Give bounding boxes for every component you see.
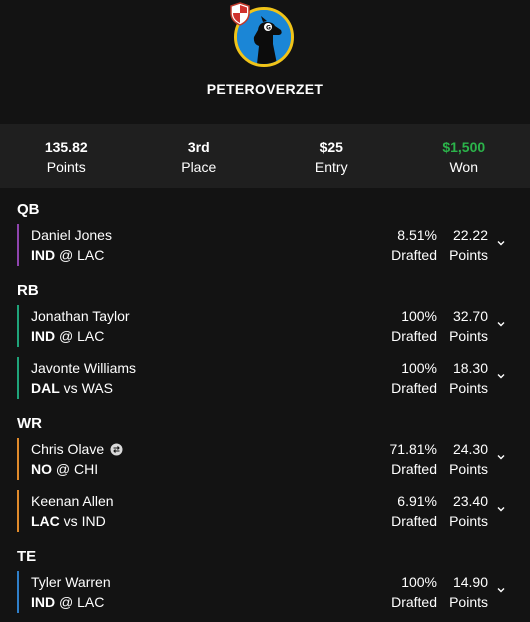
- entry-label: Entry: [314, 159, 348, 175]
- entry-value: $25: [319, 139, 343, 155]
- player-game: LAC vs IND: [31, 513, 106, 529]
- position-color-bar: [17, 305, 19, 347]
- player-game: NO @ CHI: [31, 461, 99, 477]
- points-label: Points: [449, 380, 488, 396]
- player-points: 23.40: [452, 493, 488, 509]
- drafted-label: Drafted: [391, 380, 437, 396]
- player-points: 18.30: [452, 360, 488, 376]
- player-game: IND @ LAC: [31, 328, 105, 344]
- drafted-label: Drafted: [391, 513, 437, 529]
- drafted-pct: 6.91%: [397, 493, 437, 509]
- won-label: Won: [449, 159, 479, 175]
- stats-bar: 135.82 Points 3rd Place $25 Entry $1,500…: [0, 124, 530, 188]
- position-color-bar: [17, 438, 19, 480]
- svg-text:G: G: [266, 25, 271, 32]
- player-name: Jonathan Taylor: [31, 308, 130, 324]
- points-label: Points: [449, 461, 488, 477]
- drafted-pct: 71.81%: [389, 441, 437, 457]
- place-value: 3rd: [187, 139, 210, 155]
- player-points: 32.70: [452, 308, 488, 324]
- drafted-pct: 100%: [401, 308, 437, 324]
- player-points: 22.22: [452, 227, 488, 243]
- profile-header: G PETEROVERZET: [0, 0, 530, 124]
- player-game: IND @ LAC: [31, 594, 105, 610]
- chevron-down-icon[interactable]: [496, 504, 506, 514]
- drafted-label: Drafted: [391, 594, 437, 610]
- drafted-pct: 100%: [401, 360, 437, 376]
- swap-icon: [110, 443, 123, 455]
- position-color-bar: [17, 224, 19, 266]
- player-row[interactable]: Javonte Williams DAL vs WAS 100% Drafted …: [17, 357, 517, 399]
- shield-icon: [230, 2, 250, 26]
- won-value: $1,500: [442, 139, 486, 155]
- stat-place: 3rd Place: [133, 124, 266, 188]
- player-row[interactable]: Chris Olave NO @ CHI 71.81% Drafted 24.30…: [17, 438, 517, 480]
- player-row[interactable]: Keenan Allen LAC vs IND 6.91% Drafted 23.…: [17, 490, 517, 532]
- player-name: Chris Olave: [31, 441, 105, 457]
- section-rb-label: RB: [17, 282, 39, 299]
- points-label: Points: [46, 159, 86, 175]
- player-points: 24.30: [452, 441, 488, 457]
- place-label: Place: [181, 159, 217, 175]
- player-game: DAL vs WAS: [31, 380, 113, 396]
- section-te-label: TE: [17, 548, 37, 565]
- section-wr-label: WR: [17, 415, 42, 432]
- points-label: Points: [449, 247, 488, 263]
- position-color-bar: [17, 357, 19, 399]
- position-color-bar: [17, 490, 19, 532]
- points-label: Points: [449, 513, 488, 529]
- player-points: 14.90: [452, 574, 488, 590]
- player-name: Javonte Williams: [31, 360, 137, 376]
- player-name: Tyler Warren: [31, 574, 111, 590]
- player-name: Keenan Allen: [31, 493, 114, 509]
- player-row[interactable]: Jonathan Taylor IND @ LAC 100% Drafted 32…: [17, 305, 517, 347]
- chevron-down-icon[interactable]: [496, 319, 506, 329]
- chevron-down-icon[interactable]: [496, 371, 506, 381]
- stat-points: 135.82 Points: [0, 124, 133, 188]
- stat-won: $1,500 Won: [398, 124, 530, 188]
- position-color-bar: [17, 571, 19, 613]
- chevron-down-icon[interactable]: [496, 452, 506, 462]
- section-qb-label: QB: [17, 201, 40, 218]
- username: PETEROVERZET: [206, 81, 324, 97]
- chevron-down-icon[interactable]: [496, 238, 506, 248]
- chevron-down-icon[interactable]: [496, 585, 506, 595]
- player-row[interactable]: Daniel Jones IND @ LAC 8.51% Drafted 22.2…: [17, 224, 517, 266]
- player-game: IND @ LAC: [31, 247, 105, 263]
- points-label: Points: [449, 594, 488, 610]
- points-label: Points: [449, 328, 488, 344]
- drafted-pct: 8.51%: [397, 227, 437, 243]
- drafted-label: Drafted: [391, 247, 437, 263]
- stat-entry: $25 Entry: [265, 124, 398, 188]
- points-value: 135.82: [44, 139, 88, 155]
- drafted-label: Drafted: [391, 328, 437, 344]
- drafted-pct: 100%: [401, 574, 437, 590]
- player-name: Daniel Jones: [31, 227, 112, 243]
- drafted-label: Drafted: [391, 461, 437, 477]
- player-row[interactable]: Tyler Warren IND @ LAC 100% Drafted 14.90…: [17, 571, 517, 613]
